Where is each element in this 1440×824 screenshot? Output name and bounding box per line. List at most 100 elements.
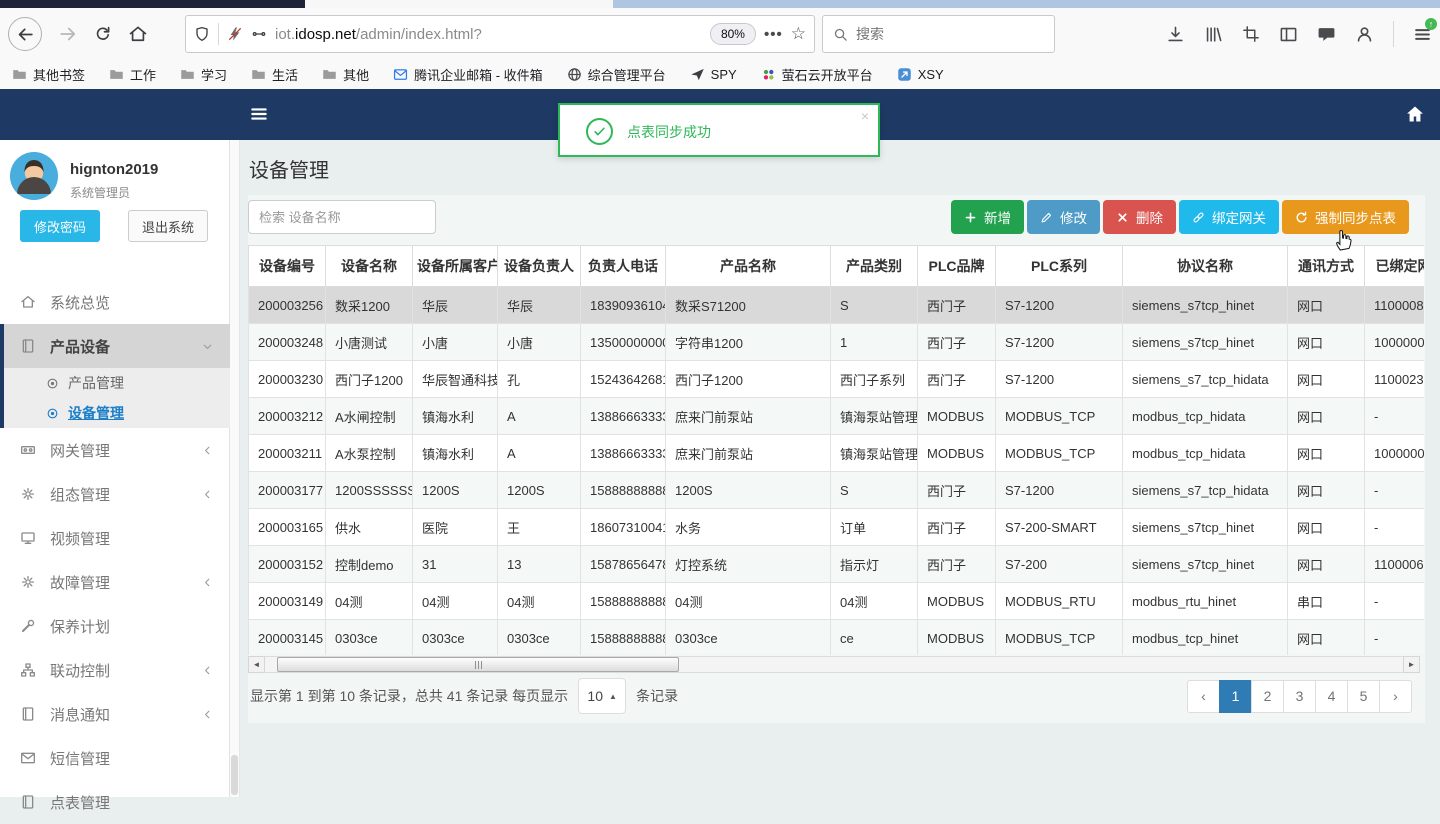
column-header[interactable]: PLC品牌 [917, 245, 996, 287]
device-search-input[interactable] [248, 200, 436, 234]
page-size-select[interactable]: 10 ▲ [578, 678, 627, 714]
column-header[interactable]: 设备所属客户 [412, 245, 498, 287]
sidebar-item[interactable]: 消息通知 [0, 692, 230, 736]
column-header[interactable]: 设备负责人 [497, 245, 581, 287]
shield-icon[interactable] [194, 26, 210, 42]
table-row[interactable]: 200003149 04测 04测 04测 15888888888 04测 04测 MODBU… [248, 582, 1424, 620]
column-header[interactable]: 负责人电话 [580, 245, 666, 287]
sidebar-item[interactable]: 视频管理 [0, 516, 230, 560]
scrollbar-thumb[interactable] [277, 657, 679, 672]
table-cell: ce [830, 619, 918, 655]
chat-bubble-icon[interactable] [1317, 25, 1336, 44]
page-number[interactable]: 3 [1283, 680, 1316, 713]
sidebar-item[interactable]: 系统总览 [0, 280, 230, 324]
sidebar-scrollbar[interactable] [230, 140, 240, 797]
sidebar-item[interactable]: 故障管理 [0, 560, 230, 604]
table-row[interactable]: 200003165 供水 医院王 18607310041 水务 订单 西门子 S7-200-S… [248, 508, 1424, 546]
table-cell: 镇海泵站管理 [830, 434, 918, 472]
table-cell: siemens_s7_tcp_hidata [1122, 360, 1288, 398]
table-cell: 200003165 [248, 508, 326, 546]
sidebar-toggle-icon[interactable] [1279, 25, 1298, 44]
sidebar-item[interactable]: 短信管理 [0, 736, 230, 780]
sidebar-item[interactable]: 组态管理 [0, 472, 230, 516]
column-header[interactable]: 协议名称 [1122, 245, 1288, 287]
table-row[interactable]: 200003177 1200SSSSSS 1200S 1200S 15888888888… [248, 471, 1424, 509]
bookmark-item[interactable]: SPY [690, 67, 737, 82]
page-actions-icon[interactable]: ••• [764, 26, 783, 43]
table-row[interactable]: 200003230 西门子1200 华辰智通科技孔 15243642681 西门子120… [248, 360, 1424, 398]
table-row[interactable]: 200003248 小唐测试 小唐 小唐 13500000000 字符串1200 1 西门子 S… [248, 323, 1424, 361]
bookmark-item[interactable]: 萤石云开放平台 [761, 65, 873, 84]
horizontal-scrollbar[interactable]: ◄ ► [248, 656, 1420, 673]
bookmark-item[interactable]: 其他 [322, 65, 369, 84]
bookmark-item[interactable]: 综合管理平台 [567, 65, 666, 84]
toast-close-icon[interactable]: × [861, 108, 869, 124]
bookmark-item[interactable]: 工作 [109, 65, 156, 84]
forward-button[interactable] [58, 24, 78, 44]
table-cell: - [1364, 471, 1424, 509]
active-tab-segment[interactable] [305, 0, 613, 8]
column-header[interactable]: 产品类别 [830, 245, 918, 287]
page-number[interactable]: 1 [1219, 680, 1252, 713]
page-number[interactable]: 2 [1251, 680, 1284, 713]
zoom-level-badge[interactable]: 80% [709, 23, 756, 45]
account-icon[interactable] [1355, 25, 1374, 44]
logout-button[interactable]: 退出系统 [128, 210, 208, 242]
page-number[interactable]: 5 [1347, 680, 1380, 713]
change-password-button[interactable]: 修改密码 [20, 210, 100, 242]
table-cell: 1200S [412, 471, 498, 509]
reload-button[interactable] [94, 25, 112, 43]
downloads-icon[interactable] [1166, 25, 1185, 44]
table-cell: 1100023 [1364, 360, 1424, 398]
screenshot-crop-icon[interactable] [1242, 25, 1260, 43]
bookmark-star-icon[interactable]: ☆ [791, 24, 806, 44]
library-icon[interactable] [1204, 25, 1223, 44]
avatar[interactable] [10, 152, 58, 200]
scrollbar-thumb[interactable] [231, 755, 238, 795]
browser-search-box[interactable]: 搜索 [822, 15, 1055, 53]
column-header[interactable]: 设备编号 [248, 245, 326, 287]
page-next[interactable]: › [1379, 680, 1412, 713]
bookmark-item[interactable]: 学习 [180, 65, 227, 84]
cross-action-button[interactable]: 删除 [1103, 200, 1176, 234]
page-prev[interactable]: ‹ [1187, 680, 1220, 713]
sidebar-item[interactable]: 网关管理 [0, 428, 230, 472]
home-button[interactable] [128, 24, 148, 44]
column-header[interactable]: PLC系列 [995, 245, 1123, 287]
table-cell: 华辰智通科技 [412, 360, 498, 398]
link-action-button[interactable]: 绑定网关 [1179, 200, 1279, 234]
sidebar-subitem[interactable]: 产品管理 [4, 368, 230, 398]
scroll-right-arrow[interactable]: ► [1403, 656, 1420, 673]
sidebar-collapse-icon[interactable] [249, 104, 269, 124]
sidebar-subitem[interactable]: 设备管理 [4, 398, 230, 428]
column-header[interactable]: 已绑定网关 [1364, 245, 1424, 287]
bookmark-item[interactable]: 其他书签 [12, 65, 85, 84]
back-button[interactable] [8, 17, 42, 51]
table-row[interactable]: 200003145 0303ce 0303ce 0303ce 15888888888 03… [248, 619, 1424, 655]
table-row[interactable]: 200003211 A水泵控制 镇海水利 A 13886663333 庶来门前泵站 镇海泵站… [248, 434, 1424, 472]
page-number[interactable]: 4 [1315, 680, 1348, 713]
bookmark-item[interactable]: 生活 [251, 65, 298, 84]
bookmark-item[interactable]: XSY [897, 67, 944, 82]
app-home-icon[interactable] [1405, 104, 1425, 124]
caret-up-icon: ▲ [609, 691, 617, 701]
sidebar-item[interactable]: 保养计划 [0, 604, 230, 648]
table-row[interactable]: 200003212 A水闸控制 镇海水利 A 13886663333 庶来门前泵站 镇海泵站… [248, 397, 1424, 435]
sidebar-item[interactable]: 联动控制 [0, 648, 230, 692]
sidebar-item-parent[interactable]: 产品设备 [4, 324, 230, 368]
blocked-plugin-icon[interactable] [227, 26, 243, 42]
bookmark-item[interactable]: 腾讯企业邮箱 - 收件箱 [393, 65, 543, 84]
permissions-icon[interactable] [251, 26, 267, 42]
pencil-action-button[interactable]: 修改 [1027, 200, 1100, 234]
column-header[interactable]: 设备名称 [325, 245, 413, 287]
scrollbar-track[interactable] [265, 656, 1403, 673]
scroll-left-arrow[interactable]: ◄ [248, 656, 265, 673]
table-row[interactable]: 200003152 控制demo 31 13 15878656478 灯控系统 指示灯 西门子… [248, 545, 1424, 583]
table-row[interactable]: 200003256 数采1200 华辰 华辰 18390936104 数采S71200 S 西… [248, 286, 1424, 324]
sidebar-item[interactable]: 点表管理 [0, 780, 230, 824]
menu-hamburger-icon[interactable]: ↑ [1413, 17, 1437, 44]
table-cell: 西门子 [917, 545, 996, 583]
column-header[interactable]: 产品名称 [665, 245, 831, 287]
url-bar[interactable]: iot.idosp.net/admin/index.html? 80% ••• … [185, 15, 815, 53]
plus-action-button[interactable]: 新增 [951, 200, 1024, 234]
